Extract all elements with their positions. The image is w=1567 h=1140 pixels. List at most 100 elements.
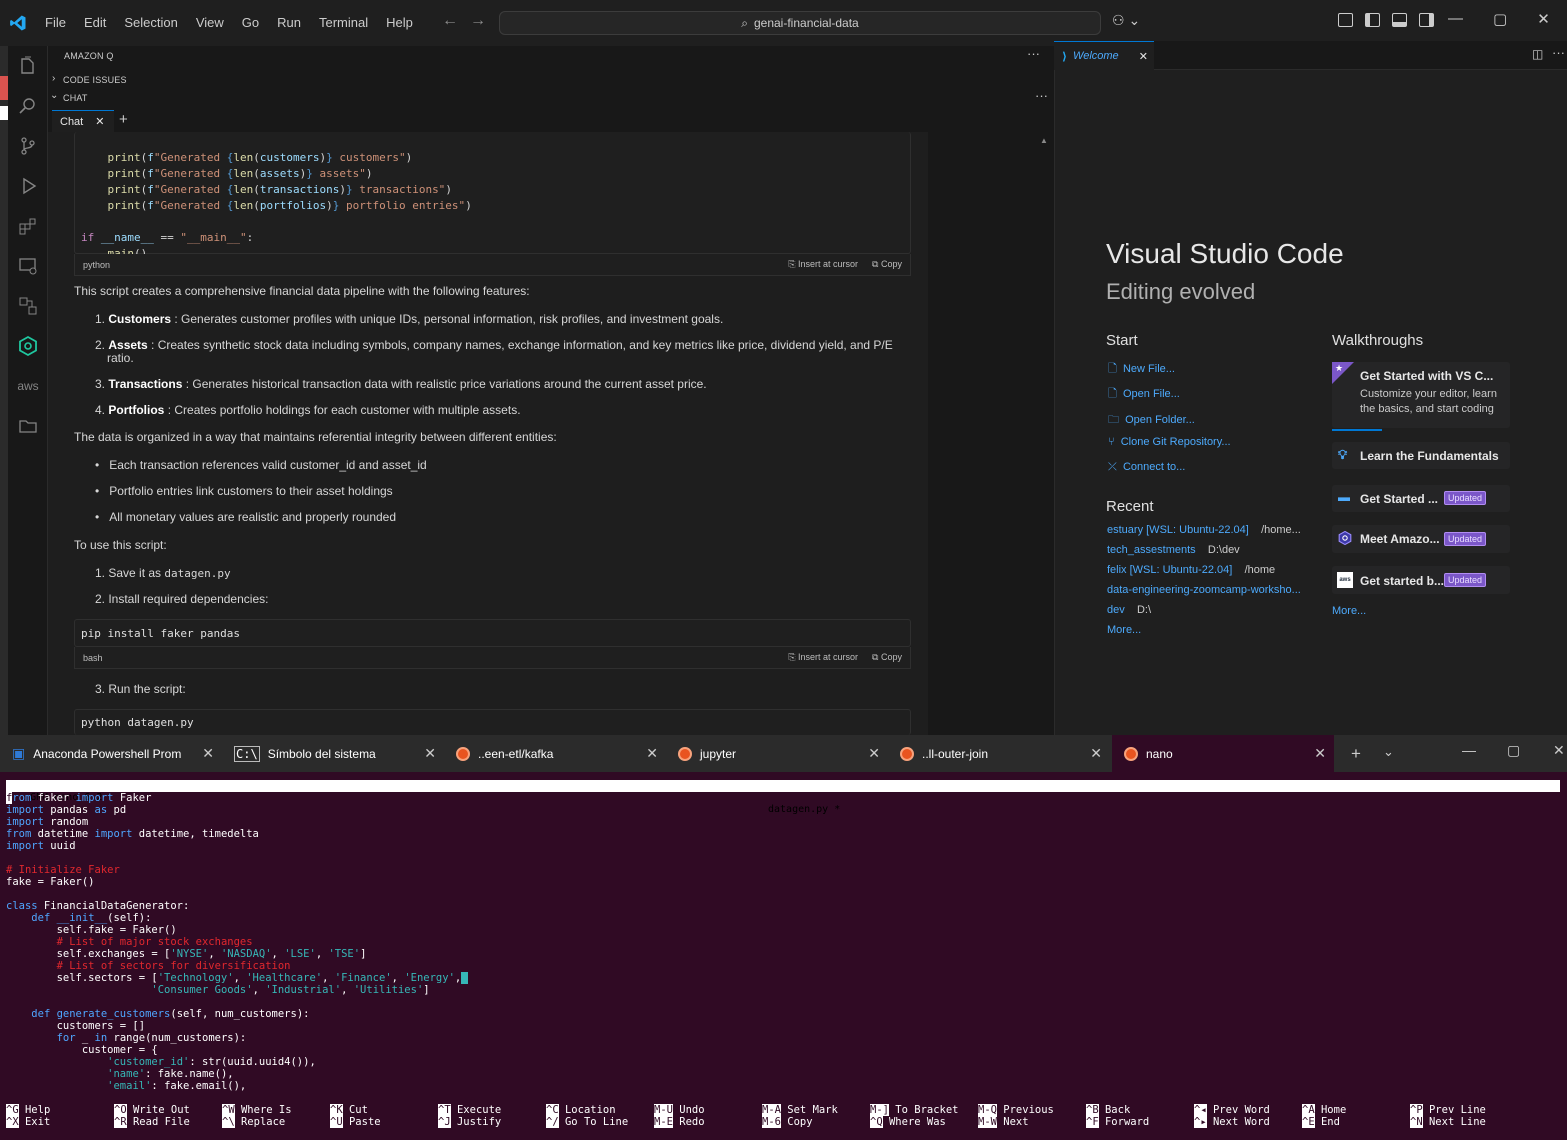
- menu-run[interactable]: Run: [268, 0, 310, 46]
- walkthrough-card-fundamentals[interactable]: 💡︎ Learn the Fundamentals: [1332, 442, 1510, 469]
- walkthrough-title: Meet Amazo...: [1360, 532, 1440, 546]
- extensions-icon[interactable]: [8, 206, 48, 246]
- shortcut-label: Home: [1314, 1104, 1347, 1116]
- split-editor-icon[interactable]: ◫: [1532, 47, 1543, 61]
- terminal-maximize-icon[interactable]: ▢: [1507, 742, 1520, 759]
- copy-button[interactable]: ⧉ Copy: [872, 259, 902, 270]
- section-chat[interactable]: CHAT: [63, 93, 88, 103]
- tab-chat[interactable]: Chat ✕: [52, 110, 114, 132]
- run-debug-icon[interactable]: [8, 166, 48, 206]
- tab-dropdown-icon[interactable]: ⌄: [1383, 744, 1394, 760]
- terminal-tab[interactable]: ..ll-outer-join ✕: [888, 735, 1110, 772]
- menu-selection[interactable]: Selection: [115, 0, 186, 46]
- search-activity-icon[interactable]: [8, 86, 48, 126]
- copy-button[interactable]: ⧉ Copy: [872, 652, 902, 663]
- shortcut-key: ^W: [222, 1104, 235, 1116]
- forward-arrow-icon[interactable]: →: [470, 12, 486, 30]
- back-arrow-icon[interactable]: ←: [442, 12, 458, 30]
- insert-at-cursor-button[interactable]: ⎘ Insert at cursor: [788, 259, 858, 270]
- minimize-icon[interactable]: —: [1448, 10, 1463, 28]
- new-tab-icon[interactable]: +: [1351, 744, 1361, 764]
- menu-help[interactable]: Help: [377, 0, 422, 46]
- command-center-search[interactable]: ⌕ genai-financial-data: [499, 11, 1101, 35]
- menu-terminal[interactable]: Terminal: [310, 0, 377, 46]
- close-tab-icon[interactable]: ✕: [1314, 745, 1326, 762]
- terminal-tab[interactable]: jupyter ✕: [666, 735, 888, 772]
- close-tab-icon[interactable]: ✕: [1139, 50, 1148, 63]
- menu-go[interactable]: Go: [233, 0, 268, 46]
- link-label: Open File...: [1122, 388, 1180, 400]
- vscode-logo-icon: [0, 0, 36, 46]
- menu-view[interactable]: View: [187, 0, 233, 46]
- terminal-tab-bar: ▣ Anaconda Powershell Prom ✕ C:\ Símbolo…: [0, 735, 1567, 772]
- customize-layout-icon[interactable]: [1338, 13, 1353, 27]
- recent-item[interactable]: estuary [WSL: Ubuntu-22.04] /home...: [1107, 524, 1301, 536]
- chat-scrollbar-area[interactable]: ▲: [928, 132, 1054, 735]
- walkthrough-more-link[interactable]: More...: [1332, 605, 1366, 617]
- walkthrough-card-aws[interactable]: aws Get started b... Updated: [1332, 566, 1510, 594]
- close-tab-icon[interactable]: ✕: [1090, 745, 1102, 762]
- terminal-tab[interactable]: C:\ Símbolo del sistema ✕: [222, 735, 444, 772]
- terminal-tab-active[interactable]: nano ✕: [1112, 735, 1334, 772]
- folder-icon[interactable]: [8, 406, 48, 446]
- terminal-tab[interactable]: ..een-etl/kafka ✕: [444, 735, 666, 772]
- chat-more-icon[interactable]: ···: [1035, 88, 1048, 103]
- recent-item[interactable]: data-engineering-zoomcamp-worksho...: [1107, 584, 1301, 596]
- close-tab-icon[interactable]: ✕: [202, 745, 214, 762]
- containers-icon[interactable]: [8, 286, 48, 326]
- explorer-icon[interactable]: [8, 46, 48, 86]
- recent-more-link[interactable]: More...: [1107, 624, 1141, 636]
- walkthrough-card-amazon-q[interactable]: Meet Amazo... Updated: [1332, 525, 1510, 553]
- start-connect[interactable]: ⤫ Connect to...: [1108, 461, 1185, 474]
- vscode-small-icon: ⟩: [1062, 50, 1068, 63]
- feature-title: Transactions: [108, 377, 183, 391]
- terminal-tab-label: ..ll-outer-join: [922, 746, 989, 761]
- terminal-tab[interactable]: ▣ Anaconda Powershell Prom ✕: [0, 735, 222, 772]
- insert-at-cursor-button[interactable]: ⎘ Insert at cursor: [788, 652, 858, 663]
- close-tab-icon[interactable]: ✕: [868, 745, 880, 762]
- walkthrough-card-get-started[interactable]: ▬ Get Started ... Updated: [1332, 485, 1510, 512]
- terminal-close-icon[interactable]: ✕: [1553, 742, 1565, 759]
- walkthrough-title: Get Started with VS C...: [1360, 369, 1494, 383]
- updated-badge: Updated: [1444, 532, 1487, 546]
- close-tab-icon[interactable]: ✕: [95, 115, 104, 128]
- amazon-q-icon[interactable]: [8, 326, 48, 366]
- copilot-icon[interactable]: ⚇ ⌄: [1112, 12, 1140, 29]
- use-intro-text: To use this script:: [74, 538, 167, 552]
- start-open-folder[interactable]: 🗀 Open Folder...: [1108, 411, 1195, 430]
- aws-icon[interactable]: aws: [8, 366, 48, 406]
- step-3: 3. Run the script:: [95, 682, 186, 696]
- remote-explorer-icon[interactable]: [8, 246, 48, 286]
- chevron-down-icon[interactable]: ⌄: [50, 90, 58, 101]
- menu-file[interactable]: File: [36, 0, 75, 46]
- editor-more-icon[interactable]: ···: [1552, 45, 1565, 60]
- recent-item[interactable]: dev D:\: [1107, 604, 1151, 616]
- nano-editor-content[interactable]: from faker import Faker import pandas as …: [6, 792, 468, 1092]
- section-code-issues[interactable]: CODE ISSUES: [63, 75, 127, 85]
- toggle-panel-icon[interactable]: [1392, 13, 1407, 27]
- maximize-icon[interactable]: ▢: [1493, 10, 1507, 28]
- start-new-file[interactable]: 🗋 New File...: [1108, 360, 1175, 379]
- start-open-file[interactable]: 🗋 Open File...: [1108, 385, 1180, 404]
- tab-welcome[interactable]: ⟩ Welcome ✕: [1054, 41, 1154, 70]
- toggle-primary-sidebar-icon[interactable]: [1365, 13, 1380, 27]
- bash-code: pip install faker pandas: [81, 627, 240, 640]
- terminal-minimize-icon[interactable]: —: [1462, 742, 1476, 758]
- start-clone-repo[interactable]: ⑂ Clone Git Repository...: [1108, 436, 1231, 448]
- feature-desc-cont: ratio.: [107, 351, 134, 365]
- source-control-icon[interactable]: [8, 126, 48, 166]
- nano-shortcut: ^K Cut: [330, 1104, 368, 1116]
- add-chat-icon[interactable]: +: [119, 111, 128, 128]
- sidebar-more-icon[interactable]: ···: [1027, 46, 1040, 61]
- chevron-right-icon[interactable]: ›: [52, 73, 55, 84]
- close-tab-icon[interactable]: ✕: [646, 745, 658, 762]
- recent-item[interactable]: tech_assestments D:\dev: [1107, 544, 1240, 556]
- close-icon[interactable]: ✕: [1537, 10, 1550, 28]
- feature-item: 1. Customers : Generates customer profil…: [95, 312, 895, 327]
- walkthrough-card-vscode[interactable]: ★ Get Started with VS C... Customize you…: [1332, 362, 1510, 431]
- recent-item[interactable]: felix [WSL: Ubuntu-22.04] /home: [1107, 564, 1275, 576]
- close-tab-icon[interactable]: ✕: [424, 745, 436, 762]
- ubuntu-icon: [900, 746, 914, 761]
- menu-edit[interactable]: Edit: [75, 0, 115, 46]
- toggle-secondary-sidebar-icon[interactable]: [1419, 13, 1434, 27]
